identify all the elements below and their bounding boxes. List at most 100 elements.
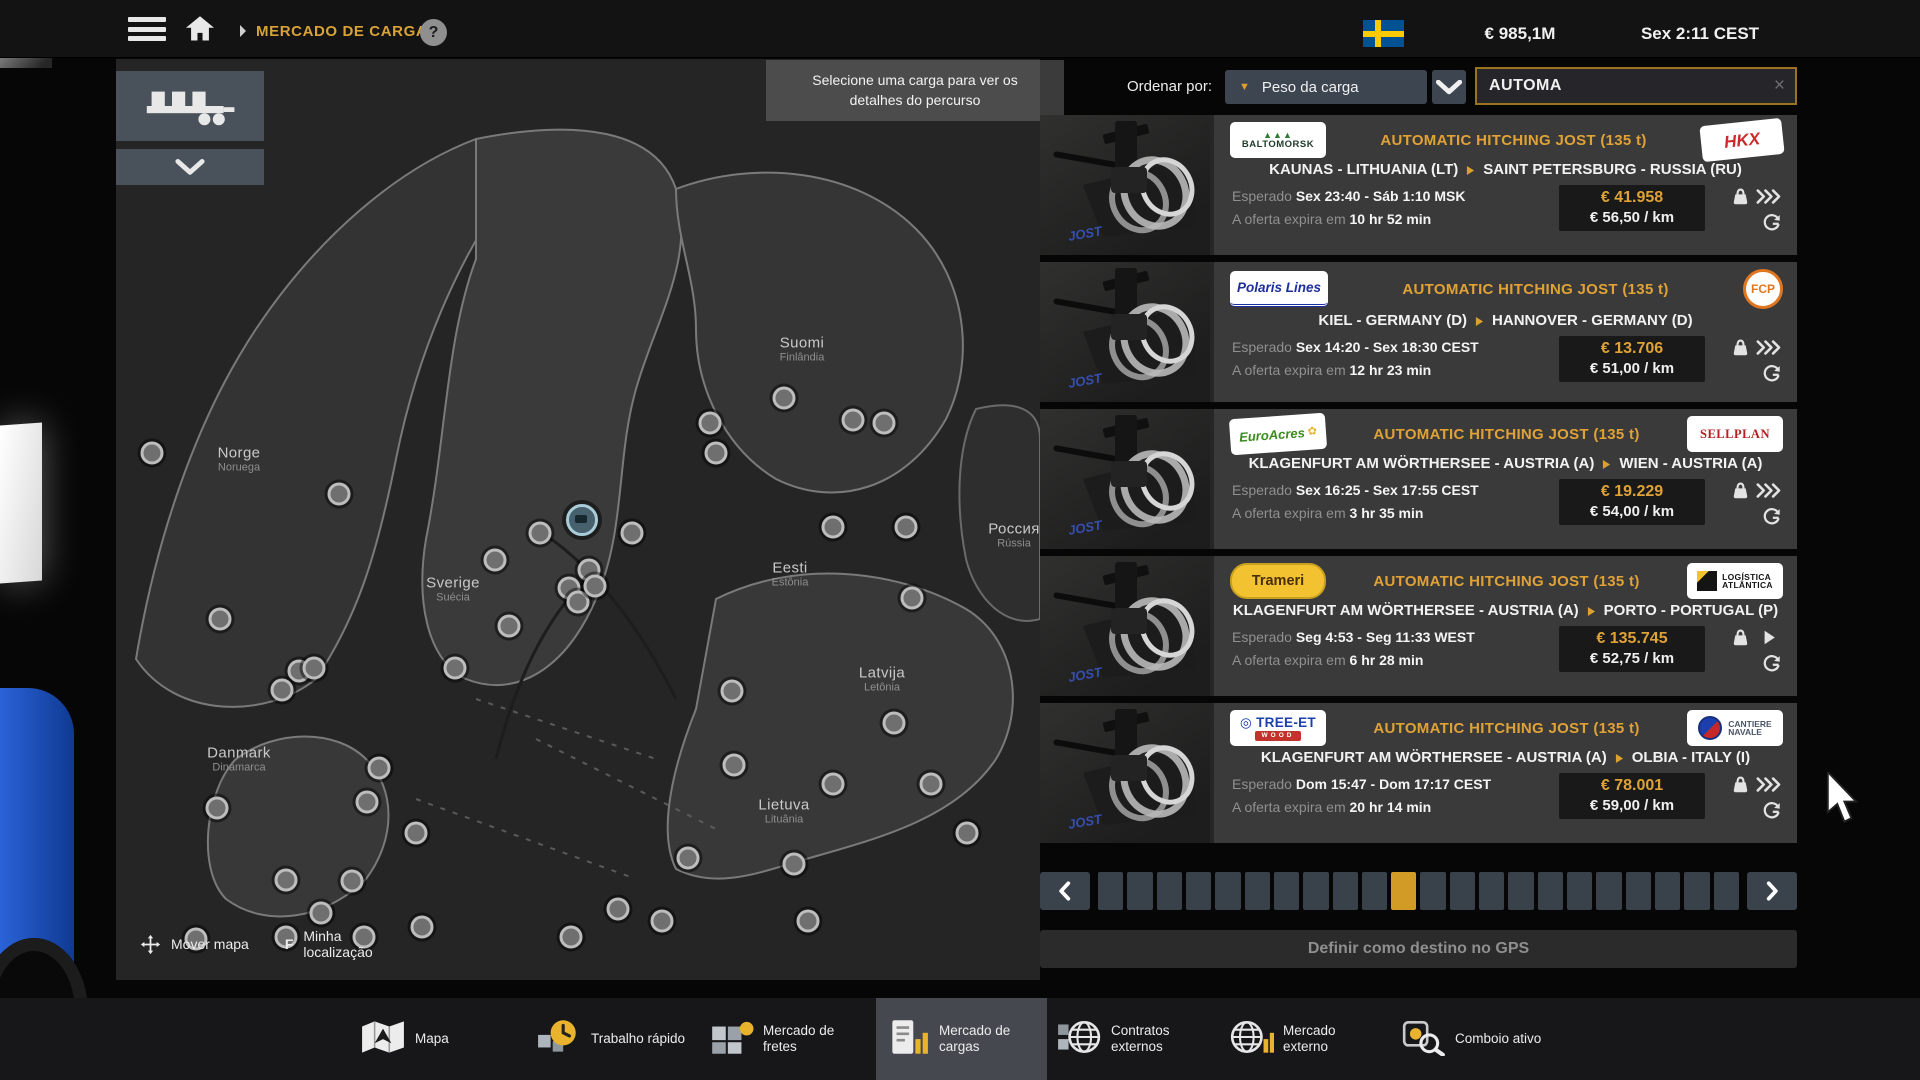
city-marker[interactable] xyxy=(723,754,746,777)
page-segment[interactable] xyxy=(1450,872,1475,910)
city-marker[interactable] xyxy=(773,387,796,410)
city-marker[interactable] xyxy=(368,757,391,780)
page-segment[interactable] xyxy=(1626,872,1651,910)
city-marker[interactable] xyxy=(822,773,845,796)
city-marker[interactable] xyxy=(341,870,364,893)
page-segment[interactable] xyxy=(1362,872,1387,910)
sail-emblem-icon xyxy=(1698,716,1722,740)
city-marker[interactable] xyxy=(141,442,164,465)
city-marker[interactable] xyxy=(584,575,607,598)
nav-item-freight-market[interactable]: Mercado de fretes xyxy=(700,998,871,1080)
city-marker[interactable] xyxy=(901,587,924,610)
city-marker[interactable] xyxy=(484,549,507,572)
city-marker[interactable] xyxy=(621,522,644,545)
city-marker[interactable] xyxy=(822,516,845,539)
cargo-offer-card[interactable]: JOST◎ TREE-ETWOODAUTOMATIC HITCHING JOST… xyxy=(1040,703,1797,843)
cargo-offer-card[interactable]: JOST▲▲▲BALTOMORSKAUTOMATIC HITCHING JOST… xyxy=(1040,115,1797,255)
page-segment[interactable] xyxy=(1274,872,1299,910)
next-page-button[interactable] xyxy=(1747,872,1797,910)
page-segment[interactable] xyxy=(1714,872,1739,910)
svg-text:JOST: JOST xyxy=(1067,370,1104,391)
city-marker[interactable] xyxy=(560,926,583,949)
help-icon[interactable]: ? xyxy=(420,19,447,46)
city-marker[interactable] xyxy=(895,516,918,539)
cargo-offer-card[interactable]: JOSTEuroAcres✿AUTOMATIC HITCHING JOST (1… xyxy=(1040,409,1797,549)
city-marker[interactable] xyxy=(699,412,722,435)
world-map[interactable]: NorgeNoruegaSverigeSuéciaSuomiFinlândiaE… xyxy=(116,59,1040,980)
page-segment[interactable] xyxy=(1567,872,1592,910)
city-marker[interactable] xyxy=(209,608,232,631)
search-input[interactable]: AUTOMA × xyxy=(1475,67,1797,105)
nav-item-external-market[interactable]: Mercado externo xyxy=(1220,998,1391,1080)
city-marker[interactable] xyxy=(529,522,552,545)
cargo-offer-card[interactable]: JOSTPolaris LinesAUTOMATIC HITCHING JOST… xyxy=(1040,262,1797,402)
expected-delivery: Esperado Sex 14:20 - Sex 18:30 CEST xyxy=(1232,336,1545,358)
city-marker[interactable] xyxy=(498,615,521,638)
nav-item-quick-job[interactable]: Trabalho rápido xyxy=(528,998,699,1080)
my-location-label[interactable]: Minha localização xyxy=(303,928,395,960)
player-position-marker[interactable] xyxy=(566,504,598,536)
page-segment[interactable] xyxy=(1684,872,1709,910)
city-marker[interactable] xyxy=(271,679,294,702)
city-marker[interactable] xyxy=(328,483,351,506)
nav-item-cargo-market[interactable]: Mercado de cargas xyxy=(876,998,1047,1080)
sort-expand-button[interactable] xyxy=(1432,70,1466,104)
page-segment[interactable] xyxy=(1098,872,1123,910)
nav-item-active-convoy[interactable]: Comboio ativo xyxy=(1392,998,1563,1080)
page-segment[interactable] xyxy=(1655,872,1680,910)
page-segment[interactable] xyxy=(1479,872,1504,910)
price-box: € 78.001€ 59,00 / km xyxy=(1559,773,1705,819)
set-gps-destination-button[interactable]: Definir como destino no GPS xyxy=(1040,930,1797,968)
city-marker[interactable] xyxy=(705,442,728,465)
nav-item-map[interactable]: Mapa xyxy=(352,998,523,1080)
city-marker[interactable] xyxy=(956,822,979,845)
page-segment[interactable] xyxy=(1596,872,1621,910)
city-marker[interactable] xyxy=(607,898,630,921)
page-segment[interactable] xyxy=(1127,872,1152,910)
price-box: € 19.229€ 54,00 / km xyxy=(1559,479,1705,525)
city-marker[interactable] xyxy=(651,910,674,933)
page-segment[interactable] xyxy=(1508,872,1533,910)
page-segment[interactable] xyxy=(1215,872,1240,910)
page-segment[interactable] xyxy=(1186,872,1211,910)
page-segment[interactable] xyxy=(1538,872,1563,910)
page-segment-current[interactable] xyxy=(1391,872,1416,910)
city-marker[interactable] xyxy=(206,797,229,820)
menu-hamburger-icon[interactable] xyxy=(128,17,166,41)
city-marker[interactable] xyxy=(405,822,428,845)
home-icon[interactable] xyxy=(184,15,216,43)
trailer-config-button[interactable] xyxy=(116,71,264,141)
sort-by-label: Ordenar por: xyxy=(1040,78,1212,95)
city-marker[interactable] xyxy=(883,712,906,735)
city-marker[interactable] xyxy=(677,847,700,870)
page-segment[interactable] xyxy=(1333,872,1358,910)
page-segment[interactable] xyxy=(1157,872,1182,910)
clear-search-icon[interactable]: × xyxy=(1774,75,1795,97)
page-segment[interactable] xyxy=(1420,872,1445,910)
city-marker[interactable] xyxy=(721,680,744,703)
collapse-panel-button[interactable] xyxy=(116,149,264,185)
city-marker[interactable] xyxy=(783,853,806,876)
wood-banner: WOOD xyxy=(1255,731,1302,741)
city-marker[interactable] xyxy=(797,910,820,933)
city-marker[interactable] xyxy=(873,412,896,435)
sort-dropdown[interactable]: ▼ Peso da carga xyxy=(1225,70,1427,104)
city-marker[interactable] xyxy=(356,791,379,814)
city-marker[interactable] xyxy=(842,409,865,432)
previous-page-button[interactable] xyxy=(1040,872,1090,910)
route-origin: KLAGENFURT AM WÖRTHERSEE - AUSTRIA (A) xyxy=(1249,455,1595,472)
city-marker[interactable] xyxy=(920,773,943,796)
page-segment[interactable] xyxy=(1303,872,1328,910)
cargo-info: ◎ TREE-ETWOODAUTOMATIC HITCHING JOST (13… xyxy=(1214,703,1797,843)
city-marker[interactable] xyxy=(303,657,326,680)
city-marker[interactable] xyxy=(411,916,434,939)
cargo-offer-card[interactable]: JOSTTrameriAUTOMATIC HITCHING JOST (135 … xyxy=(1040,556,1797,696)
cargo-photo: JOST xyxy=(1040,262,1206,398)
logistica-mark-icon xyxy=(1697,571,1717,591)
page-segment[interactable] xyxy=(1245,872,1270,910)
nav-item-external-contracts[interactable]: Contratos externos xyxy=(1048,998,1219,1080)
city-marker[interactable] xyxy=(444,657,467,680)
city-marker[interactable] xyxy=(275,869,298,892)
route-destination: OLBIA - ITALY (I) xyxy=(1632,749,1750,766)
fast-delivery-icon xyxy=(1755,339,1781,356)
